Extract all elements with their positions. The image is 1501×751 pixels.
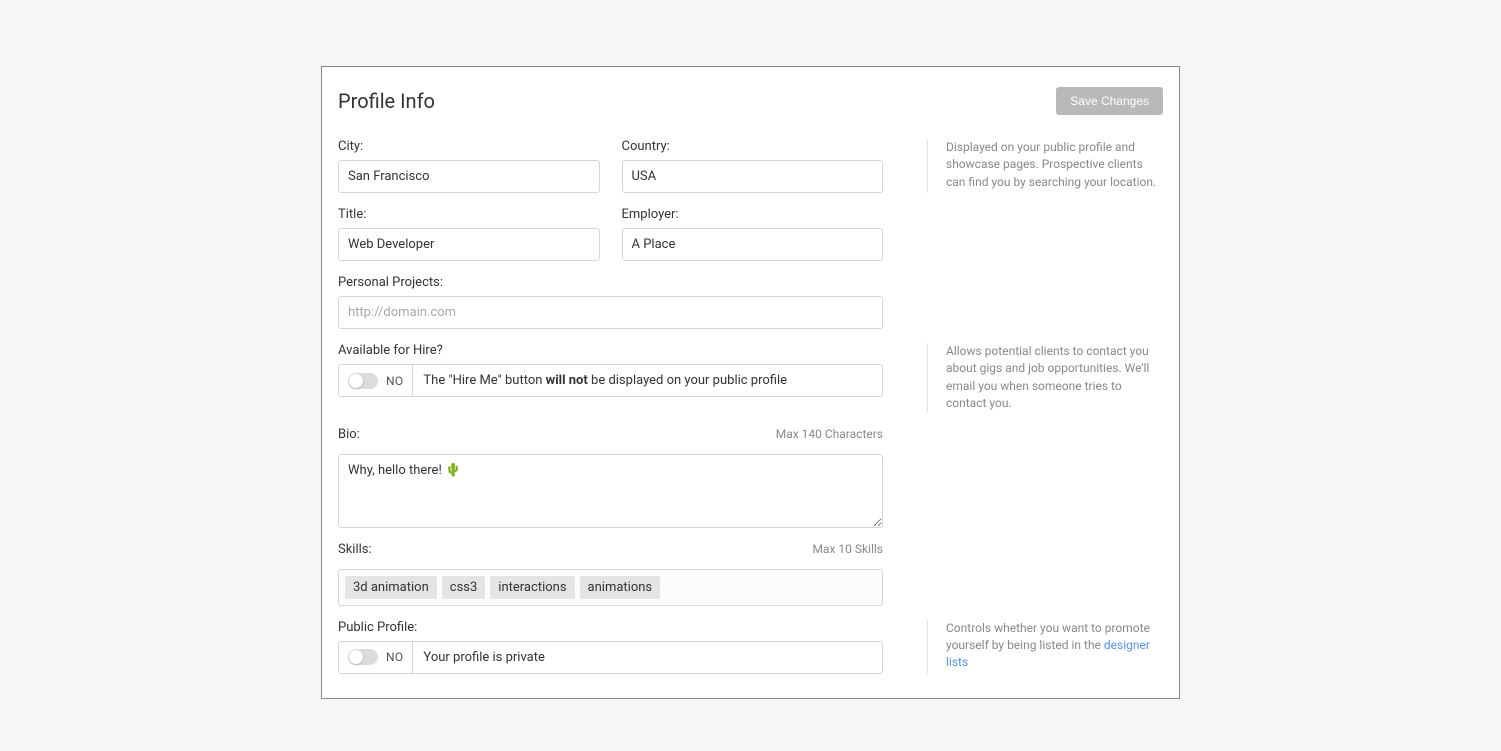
country-input[interactable] xyxy=(622,160,884,193)
skill-tag[interactable]: animations xyxy=(580,576,661,599)
projects-input[interactable] xyxy=(338,296,883,329)
projects-label: Personal Projects: xyxy=(338,275,883,290)
bio-textarea[interactable] xyxy=(338,454,883,528)
location-help-text: Displayed on your public profile and sho… xyxy=(927,139,1163,193)
hire-label: Available for Hire? xyxy=(338,343,883,358)
employer-input[interactable] xyxy=(622,228,884,261)
hire-toggle-state: NO xyxy=(386,374,403,388)
city-input[interactable] xyxy=(338,160,600,193)
panel-header: Profile Info Save Changes xyxy=(338,87,1163,115)
title-label: Title: xyxy=(338,207,600,222)
skill-tag[interactable]: css3 xyxy=(442,576,486,599)
skills-hint: Max 10 Skills xyxy=(812,542,883,556)
skill-tag[interactable]: interactions xyxy=(490,576,574,599)
skills-input[interactable]: 3d animation css3 interactions animation… xyxy=(338,569,883,606)
skill-tag[interactable]: 3d animation xyxy=(345,576,437,599)
public-toggle-row: NO Your profile is private xyxy=(338,641,883,674)
public-toggle-description: Your profile is private xyxy=(413,642,882,673)
public-toggle[interactable] xyxy=(348,649,378,665)
public-label: Public Profile: xyxy=(338,620,883,635)
hire-toggle-row: NO The "Hire Me" button will not be disp… xyxy=(338,364,883,397)
bio-label: Bio: xyxy=(338,427,360,442)
hire-help-text: Allows potential clients to contact you … xyxy=(927,343,1163,413)
panel-title: Profile Info xyxy=(338,89,435,113)
public-toggle-state: NO xyxy=(386,650,403,664)
employer-label: Employer: xyxy=(622,207,884,222)
public-help-text: Controls whether you want to promote you… xyxy=(927,620,1163,674)
save-changes-button[interactable]: Save Changes xyxy=(1056,87,1163,115)
title-input[interactable] xyxy=(338,228,600,261)
profile-info-panel: Profile Info Save Changes City: Country:… xyxy=(321,66,1180,699)
hire-toggle-description: The "Hire Me" button will not be display… xyxy=(413,365,882,396)
skills-label: Skills: xyxy=(338,542,372,557)
city-label: City: xyxy=(338,139,600,154)
hire-toggle[interactable] xyxy=(348,373,378,389)
country-label: Country: xyxy=(622,139,884,154)
bio-hint: Max 140 Characters xyxy=(776,427,883,441)
